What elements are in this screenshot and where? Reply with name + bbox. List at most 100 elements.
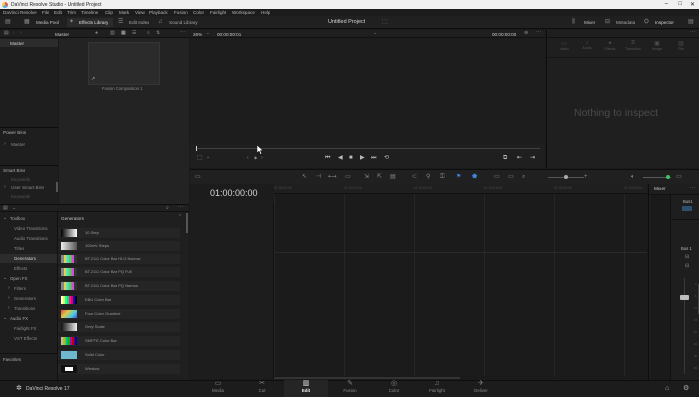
- zoom-slider-thumb[interactable]: [564, 175, 568, 179]
- smart-keywords-item[interactable]: Keywords: [11, 177, 30, 182]
- jog-bar[interactable]: [196, 148, 540, 149]
- page-tab-color[interactable]: ◎ Color: [372, 380, 416, 397]
- viewer-options-icon[interactable]: ···: [536, 30, 541, 35]
- generator-item[interactable]: BT.2111 Color Bar PQ Full: [58, 267, 180, 277]
- metadata-button[interactable]: ⊟ Metadata: [605, 18, 639, 27]
- page-tab-deliver[interactable]: ✈ Deliver: [459, 380, 503, 397]
- open-fx-expand-icon[interactable]: ⌄: [3, 276, 7, 281]
- timeline-view-options-icon[interactable]: ▭: [195, 174, 201, 180]
- marker-icon[interactable]: ⬟: [472, 174, 477, 180]
- viewer-dropdown-icon[interactable]: ⌄: [373, 30, 377, 36]
- generator-item[interactable]: Four Color Gradient: [58, 309, 180, 319]
- search-icon[interactable]: ⌕: [147, 31, 150, 36]
- menu-fusion[interactable]: Fusion: [174, 10, 188, 15]
- timeline-tracks-area[interactable]: [274, 194, 647, 380]
- tree-titles[interactable]: Titles: [14, 246, 24, 251]
- filters-expand-icon[interactable]: ›: [8, 286, 10, 291]
- project-manager-home-icon[interactable]: ⌂: [665, 385, 669, 392]
- effects-search-icon[interactable]: ⌕: [166, 206, 169, 211]
- menu-timeline[interactable]: Timeline: [81, 10, 98, 15]
- bus-eq-icon[interactable]: ⊟: [685, 264, 689, 269]
- page-tab-edit[interactable]: ▥ Edit: [284, 380, 328, 397]
- page-tab-media[interactable]: ▭ Media: [196, 380, 240, 397]
- edit-index-button[interactable]: ☰ Edit Index: [118, 18, 152, 27]
- jump-to-end-icon[interactable]: ⏭: [371, 155, 376, 161]
- next-frame-icon[interactable]: ›: [261, 156, 263, 161]
- media-pool-button[interactable]: ▦ Media Pool: [24, 18, 64, 27]
- keywords-item[interactable]: Keywords: [11, 194, 30, 199]
- timeline-ruler[interactable]: 01:00:00:00 01:00:01:00 01:00:02:00 01:0…: [274, 184, 647, 194]
- tree-generators-selected[interactable]: Generators: [0, 254, 57, 263]
- bus-fader-handle[interactable]: [680, 295, 689, 300]
- viewer-canvas[interactable]: [190, 38, 545, 143]
- menu-mark[interactable]: Mark: [119, 10, 129, 15]
- menu-fairlight[interactable]: Fairlight: [210, 10, 226, 15]
- inspector-tab-audio[interactable]: ♪ Audio: [577, 40, 597, 50]
- menu-davinci-resolve[interactable]: DaVinci Resolve: [3, 10, 37, 15]
- inspector-options-icon[interactable]: ···: [690, 30, 695, 35]
- inspector-tab-file[interactable]: ▤ File: [671, 40, 691, 51]
- bus1-route-icon[interactable]: [682, 206, 692, 211]
- effects-dropdown-icon[interactable]: ⌄: [12, 206, 16, 211]
- inspector-button[interactable]: ⛭ Inspector: [644, 18, 682, 27]
- insert-clip-icon[interactable]: ⇲: [364, 174, 369, 180]
- thumbnail-view-icon[interactable]: ▦: [121, 31, 126, 36]
- tree-fairlight-fx[interactable]: Fairlight FX: [14, 326, 36, 331]
- mute-speaker-icon[interactable]: 🔈︎: [631, 174, 635, 180]
- bin-list-scrollbar[interactable]: [56, 182, 58, 192]
- tree-video-transitions[interactable]: Video Transitions: [14, 226, 48, 231]
- tree-audio-fx[interactable]: Audio FX: [10, 316, 28, 321]
- zoom-full-icon[interactable]: ▭: [494, 174, 500, 180]
- page-tab-cut[interactable]: ✂ Cut: [240, 380, 284, 397]
- maximize-button[interactable]: □: [678, 1, 682, 7]
- generator-item[interactable]: 100mV Steps: [58, 241, 180, 251]
- media-pool-options-icon[interactable]: ···: [180, 30, 185, 35]
- effects-library-button[interactable]: ✦ Effects Library: [67, 18, 113, 27]
- minimize-button[interactable]: –: [665, 1, 668, 7]
- audio-fx-expand-icon[interactable]: ⌄: [3, 316, 7, 321]
- close-window-button[interactable]: ✕: [690, 1, 695, 8]
- bus-effects-icon[interactable]: ⊟: [685, 255, 689, 260]
- sort-icon[interactable]: ⇅: [156, 31, 160, 36]
- generator-item[interactable]: BT.2111 Color Bar PQ Narrow: [58, 281, 180, 291]
- tree-ofx-generators[interactable]: Generators: [14, 296, 36, 301]
- page-tab-fairlight[interactable]: ♫ Fairlight: [415, 380, 459, 397]
- transitions-expand-icon[interactable]: ›: [8, 306, 10, 311]
- zoom-level[interactable]: 26%: [193, 32, 202, 37]
- overwrite-clip-icon[interactable]: ⇱: [377, 174, 382, 180]
- sidebar-toggle-icon[interactable]: ▤: [4, 31, 9, 36]
- inspector-tab-image[interactable]: ▣ Image: [647, 40, 667, 51]
- effects-tree-toggle-icon[interactable]: ▤: [3, 206, 8, 211]
- menu-help[interactable]: Help: [261, 10, 270, 15]
- flag-icon[interactable]: ⚑: [456, 174, 461, 180]
- menu-trim[interactable]: Trim: [67, 10, 76, 15]
- generator-item[interactable]: SMPTE Color Bar: [58, 336, 180, 346]
- menu-playback[interactable]: Playback: [149, 10, 168, 15]
- menu-file[interactable]: File: [42, 10, 49, 15]
- menu-clip[interactable]: Clip: [105, 10, 113, 15]
- trim-tool-icon[interactable]: ⊣: [316, 174, 321, 180]
- generator-item[interactable]: BT.2111 Color Bar HLG Narrow: [58, 254, 180, 264]
- panel-toggle-icon[interactable]: ▤: [5, 19, 11, 25]
- generator-item[interactable]: Window: [58, 364, 180, 374]
- generators-collapse-icon[interactable]: ⌃: [178, 215, 182, 220]
- generator-item[interactable]: Solid Color: [58, 350, 180, 360]
- viewer-settings-icon[interactable]: ⊕: [524, 31, 528, 36]
- inspector-tab-transition[interactable]: ⧖ Transition: [623, 40, 643, 51]
- stop-icon[interactable]: ■: [349, 155, 353, 161]
- replace-clip-icon[interactable]: ▤: [390, 174, 396, 180]
- match-frame-icon[interactable]: ⧉: [503, 155, 507, 161]
- inspector-tab-video[interactable]: ▭ Video: [554, 40, 574, 51]
- tree-toolbox[interactable]: Toolbox: [10, 216, 25, 221]
- jump-to-start-icon[interactable]: ⏮: [325, 155, 330, 161]
- mixer-options-icon[interactable]: ···: [690, 186, 695, 191]
- menu-view[interactable]: View: [135, 10, 145, 15]
- position-lock-icon[interactable]: ⚿: [440, 174, 445, 180]
- mark-in-icon[interactable]: ⇤: [517, 155, 522, 161]
- marker-dot-icon[interactable]: ◆: [254, 156, 257, 160]
- metadata-view-icon[interactable]: ▥: [110, 31, 115, 36]
- back-arrow-icon[interactable]: ‹: [13, 31, 15, 36]
- play-reverse-icon[interactable]: ◀: [338, 155, 343, 161]
- ofx-generators-expand-icon[interactable]: ›: [8, 296, 10, 301]
- fullscreen-toggle-icon[interactable]: ▤: [688, 19, 694, 25]
